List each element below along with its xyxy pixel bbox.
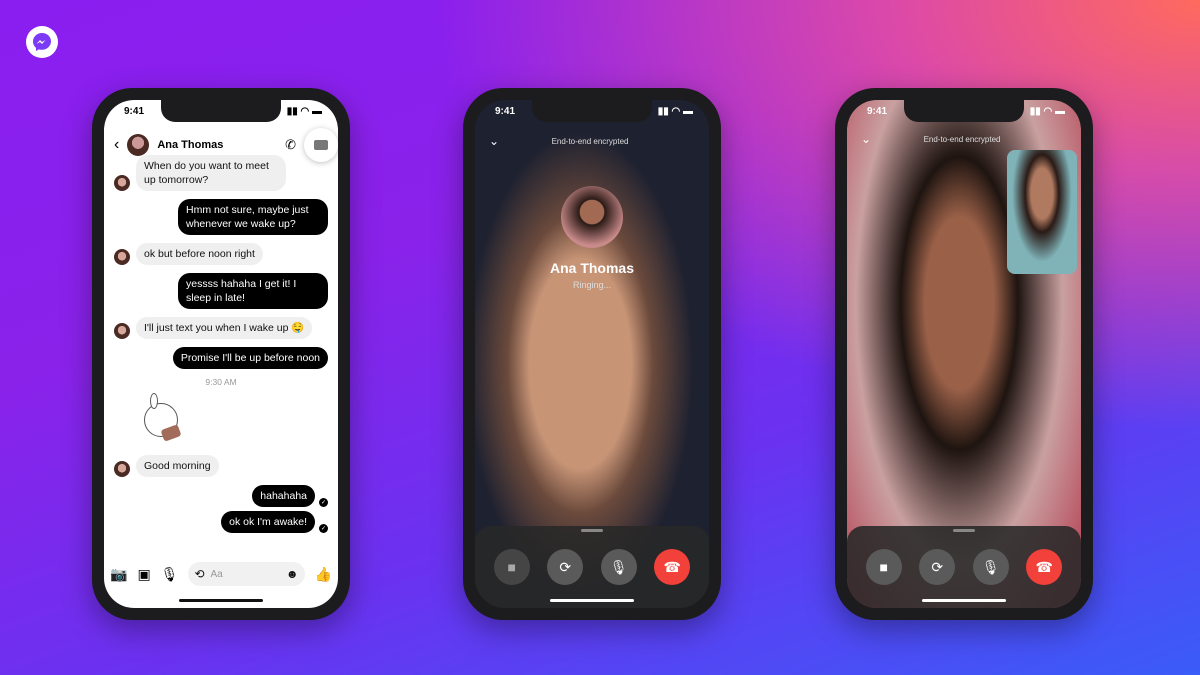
clock: 9:41 — [495, 106, 516, 117]
chevron-down-icon[interactable]: ⌄ — [861, 132, 871, 146]
input-placeholder: Aa — [210, 568, 223, 580]
contact-name[interactable]: Ana Thomas — [157, 139, 277, 151]
call-status: Ringing... — [572, 280, 612, 290]
timestamp: 9:30 AM — [205, 377, 237, 387]
history-icon[interactable]: ⟲ — [194, 567, 204, 581]
chat-screen: 9:41 ▮▮ ◠ ▬ ‹ Ana Thomas ✆ When do you wa… — [104, 100, 338, 608]
avatar — [114, 461, 130, 477]
end-call-button[interactable]: ☎ — [654, 549, 691, 585]
drag-handle[interactable] — [953, 529, 975, 532]
message-row: hahahaha ✓ — [104, 485, 338, 507]
chevron-down-icon[interactable]: ⌄ — [489, 134, 499, 148]
signal-wifi-battery-icon: ▮▮ ◠ ▬ — [657, 106, 693, 117]
end-call-button[interactable]: ☎ — [1026, 549, 1063, 585]
flip-camera-button[interactable]: ⟳ — [919, 549, 956, 585]
message-row: Good morning — [104, 455, 338, 477]
read-check-icon: ✓ — [319, 524, 328, 533]
emoji-icon[interactable]: ☻ — [286, 567, 299, 581]
mute-button[interactable]: 🎙 — [600, 549, 637, 585]
back-icon[interactable]: ‹ — [114, 136, 119, 154]
mute-button[interactable]: 🎙 — [972, 549, 1009, 585]
message-row: When do you want to meet up tomorrow? — [104, 155, 338, 191]
notch — [904, 100, 1024, 122]
avatar[interactable] — [127, 134, 150, 156]
message-row: Promise I'll be up before noon — [104, 347, 338, 369]
ringing-screen: 9:41 ▮▮ ◠ ▬ ⌄ End-to-end encrypted Ana Tho… — [475, 100, 709, 608]
message-bubble: Good morning — [136, 455, 219, 477]
message-row: yessss hahaha I get it! I sleep in late! — [104, 273, 338, 309]
messenger-logo — [26, 26, 58, 58]
thumbs-up-icon[interactable]: 👍 — [315, 566, 332, 583]
message-bubble: hahahaha — [252, 485, 315, 507]
camera-icon[interactable]: 📷 — [110, 566, 127, 583]
video-camera-icon — [314, 140, 328, 150]
video-call-phone: 9:41 ▮▮ ◠ ▬ ⌄ End-to-end encrypted ■ ⟳ 🎙 ☎ — [835, 88, 1093, 620]
encryption-label: End-to-end encrypted — [551, 136, 629, 146]
caller-name: Ana Thomas — [549, 260, 634, 276]
message-list: When do you want to meet up tomorrow? Hm… — [104, 155, 338, 541]
video-call-screen: 9:41 ▮▮ ◠ ▬ ⌄ End-to-end encrypted ■ ⟳ 🎙 ☎ — [847, 100, 1081, 608]
video-toggle-button[interactable]: ■ — [865, 549, 902, 585]
avatar — [114, 323, 130, 339]
home-indicator — [550, 599, 634, 602]
hang-up-icon: ☎ — [663, 558, 681, 575]
hang-up-icon: ☎ — [1035, 558, 1053, 575]
message-bubble: yessss hahaha I get it! I sleep in late! — [178, 273, 328, 309]
read-check-icon: ✓ — [319, 498, 328, 507]
signal-wifi-battery-icon: ▮▮ ◠ ▬ — [1029, 106, 1065, 117]
video-camera-icon: ■ — [507, 559, 516, 575]
avatar — [114, 175, 130, 191]
gallery-icon[interactable]: ▣ — [137, 566, 150, 583]
message-bubble: Hmm not sure, maybe just whenever we wak… — [178, 199, 328, 235]
call-top-bar: ⌄ End-to-end encrypted — [861, 132, 1067, 146]
call-controls: ■ ⟳ 🎙 ☎ — [847, 526, 1081, 608]
notch — [532, 100, 652, 122]
flip-camera-button[interactable]: ⟳ — [547, 549, 584, 585]
encryption-label: End-to-end encrypted — [923, 134, 1001, 144]
microphone-icon: 🎙 — [981, 558, 1000, 575]
message-bubble: ok but before noon right — [136, 243, 263, 265]
phone-icon[interactable]: ✆ — [285, 137, 296, 153]
ringing-phone: 9:41 ▮▮ ◠ ▬ ⌄ End-to-end encrypted Ana Tho… — [463, 88, 721, 620]
notch — [161, 100, 281, 122]
flip-camera-icon: ⟳ — [559, 558, 572, 575]
messenger-icon — [33, 33, 51, 51]
message-row: Hmm not sure, maybe just whenever we wak… — [104, 199, 338, 235]
flip-camera-icon: ⟳ — [931, 558, 944, 575]
drag-handle[interactable] — [581, 529, 603, 532]
message-row: I'll just text you when I wake up 🤤 — [104, 317, 338, 339]
clock: 9:41 — [867, 106, 888, 117]
message-input[interactable]: ⟲ Aa ☻ — [188, 562, 305, 586]
self-view-pip[interactable] — [1007, 150, 1077, 274]
microphone-icon: 🎙 — [609, 558, 628, 575]
chat-phone: 9:41 ▮▮ ◠ ▬ ‹ Ana Thomas ✆ When do you wa… — [92, 88, 350, 620]
video-toggle-button[interactable]: ■ — [493, 549, 530, 585]
composer: 📷 ▣ 🎙 ⟲ Aa ☻ 👍 — [110, 562, 332, 586]
bunny-sticker — [136, 393, 192, 449]
clock: 9:41 — [124, 106, 145, 117]
home-indicator — [179, 599, 263, 602]
message-row: ok ok I'm awake! ✓ — [104, 511, 338, 533]
call-top-bar: ⌄ End-to-end encrypted — [489, 134, 695, 148]
message-bubble: Promise I'll be up before noon — [172, 347, 328, 369]
call-controls: ■ ⟳ 🎙 ☎ — [475, 526, 709, 608]
message-bubble: When do you want to meet up tomorrow? — [136, 155, 286, 191]
avatar — [114, 249, 130, 265]
message-bubble: I'll just text you when I wake up 🤤 — [136, 317, 313, 339]
video-camera-icon: ■ — [879, 559, 888, 575]
caller-avatar — [561, 186, 623, 248]
signal-wifi-battery-icon: ▮▮ ◠ ▬ — [286, 106, 322, 117]
message-bubble: ok ok I'm awake! — [221, 511, 315, 533]
microphone-icon[interactable]: 🎙 — [161, 566, 179, 583]
message-row: ok but before noon right — [104, 243, 338, 265]
home-indicator — [922, 599, 1006, 602]
